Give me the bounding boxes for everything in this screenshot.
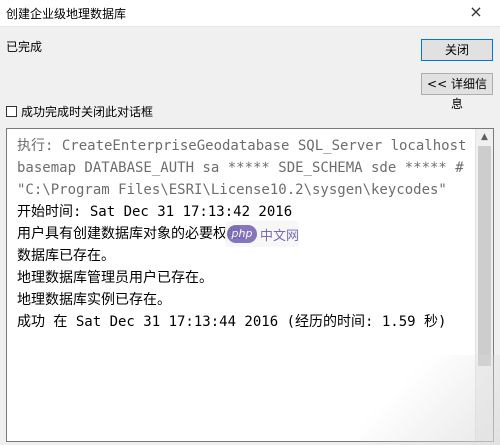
- window-title: 创建企业级地理数据库: [6, 7, 127, 21]
- dialog-body: 已完成 关闭 << 详细信息 成功完成时关闭此对话框 执行: CreateEnt…: [0, 27, 500, 445]
- corner-decoration: [360, 355, 500, 445]
- watermark-site-name: 中文网: [260, 229, 300, 244]
- scroll-up-icon[interactable]: ▲: [476, 129, 493, 146]
- close-on-success-option[interactable]: 成功完成时关闭此对话框: [6, 103, 153, 119]
- close-icon[interactable]: ×: [466, 2, 486, 21]
- log-line: 地理数据库管理员用户已存在。: [17, 270, 213, 286]
- log-line: 开始时间: Sat Dec 31 17:13:42 2016: [17, 204, 293, 220]
- title-bar[interactable]: 创建企业级地理数据库 ×: [0, 0, 500, 27]
- close-on-success-label: 成功完成时关闭此对话框: [21, 104, 154, 119]
- log-line: 执行: CreateEnterpriseGeodatabase SQL_Serv…: [17, 138, 467, 198]
- scroll-thumb[interactable]: [478, 146, 491, 366]
- log-line: 成功 在 Sat Dec 31 17:13:44 2016 (经历的时间: 1.…: [17, 314, 447, 330]
- details-toggle-button[interactable]: << 详细信息: [421, 73, 493, 111]
- log-line: 数据库已存在。: [17, 248, 115, 264]
- close-on-success-checkbox[interactable]: [6, 105, 17, 117]
- site-watermark: php 中文网: [225, 221, 299, 247]
- status-text: 已完成: [6, 40, 43, 54]
- watermark-logo: php: [227, 225, 257, 243]
- close-button[interactable]: 关闭: [421, 39, 493, 61]
- log-line: 地理数据库实例已存在。: [17, 292, 171, 308]
